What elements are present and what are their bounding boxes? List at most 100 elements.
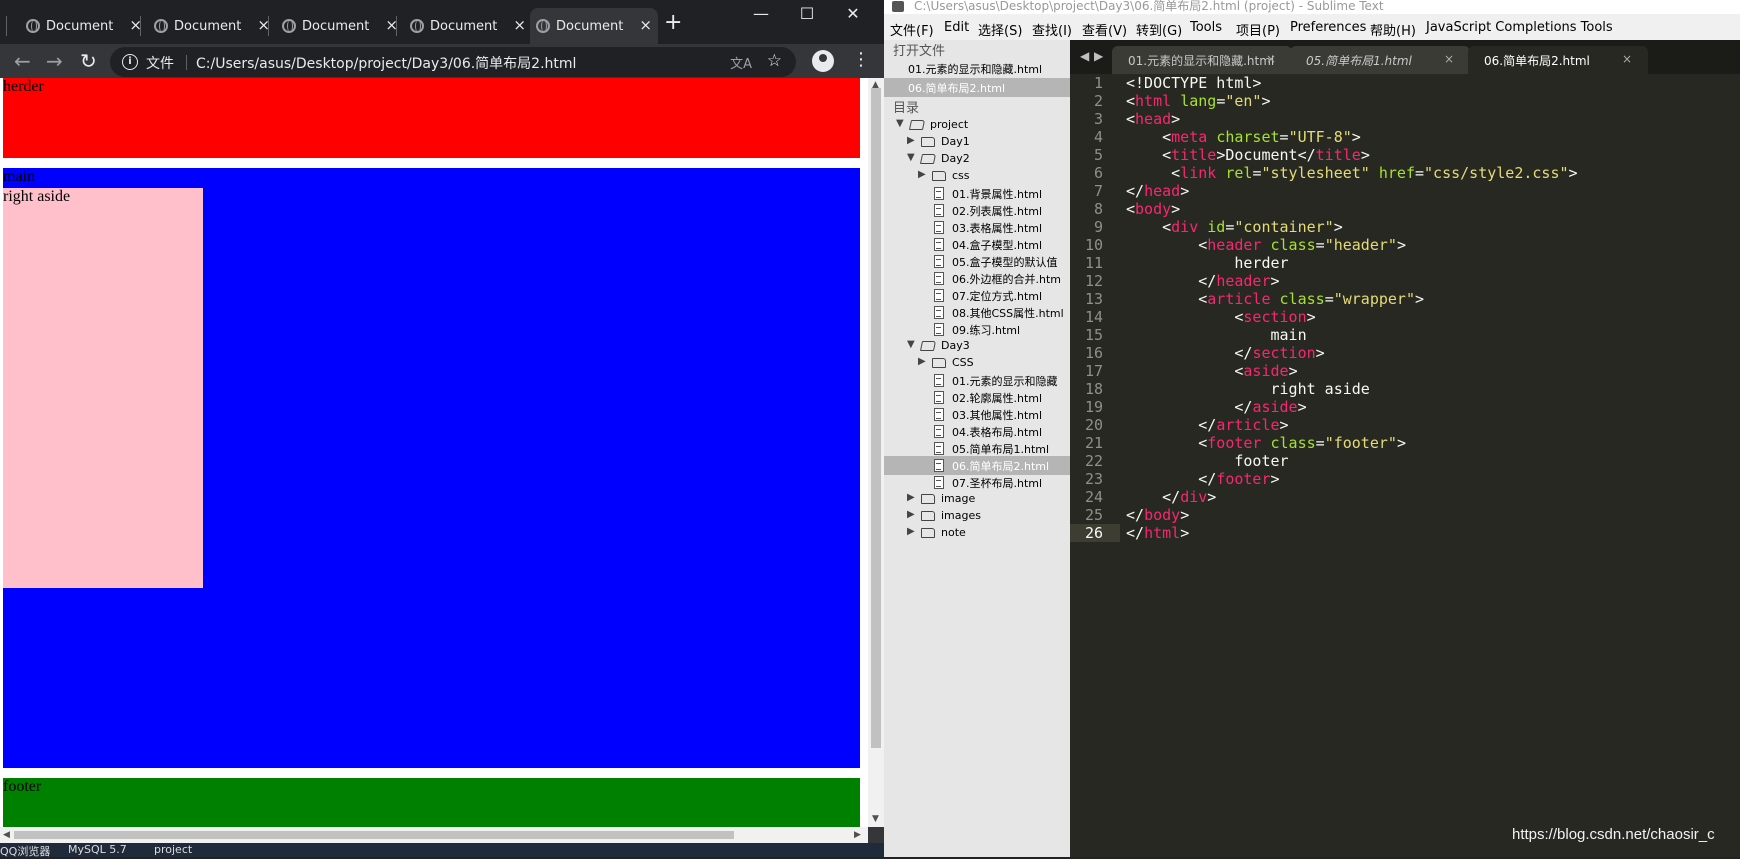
close-icon[interactable]: × xyxy=(513,16,526,34)
tree-label: 02.轮廓属性.html xyxy=(952,392,1043,405)
code-token: body xyxy=(1135,200,1172,218)
translate-icon[interactable]: 文A xyxy=(730,53,752,72)
code-token: > xyxy=(1180,524,1190,542)
close-icon[interactable]: × xyxy=(639,16,652,34)
horizontal-scrollbar[interactable]: ◀ ▶ xyxy=(0,827,868,843)
menu-project[interactable]: 项目(P) xyxy=(1236,20,1280,39)
disclosure-closed-icon[interactable]: ▶ xyxy=(907,526,915,537)
browser-tab-5-active[interactable]: Document × xyxy=(530,8,658,44)
minimize-button[interactable]: — xyxy=(738,4,784,23)
watermark: https://blog.csdn.net/chaosir_c xyxy=(1512,826,1715,843)
bookmark-star-icon[interactable]: ☆ xyxy=(767,51,782,71)
scroll-left-icon[interactable]: ◀ xyxy=(3,830,10,840)
reload-icon[interactable]: ↻ xyxy=(80,49,97,73)
back-arrow-icon[interactable]: ← xyxy=(14,49,31,73)
scroll-down-icon[interactable]: ▼ xyxy=(872,814,879,824)
menu-view[interactable]: 查看(V) xyxy=(1082,20,1127,39)
address-bar[interactable]: i 文件 C:/Users/asus/Desktop/project/Day3/… xyxy=(110,47,796,77)
browser-tab-2[interactable]: Document × xyxy=(148,8,276,44)
line-number: 9 xyxy=(1093,218,1103,236)
tab-next-icon[interactable]: ▶ xyxy=(1094,49,1103,63)
line-number: 14 xyxy=(1084,308,1103,326)
address-url[interactable]: C:/Users/asus/Desktop/project/Day3/06.简单… xyxy=(196,53,576,73)
code-line: <article class="wrapper"> xyxy=(1126,290,1424,308)
code-token: link xyxy=(1180,164,1217,182)
code-token: > xyxy=(1297,398,1307,416)
code-token: meta xyxy=(1171,128,1208,146)
disclosure-open-icon[interactable]: ▼ xyxy=(907,339,915,350)
code-token: = xyxy=(1315,236,1325,254)
disclosure-closed-icon[interactable]: ▶ xyxy=(918,169,926,180)
address-divider xyxy=(186,55,187,70)
disclosure-open-icon[interactable]: ▼ xyxy=(896,118,904,129)
code-token: > xyxy=(1180,506,1190,524)
browser-toolbar: ← → ↻ i 文件 C:/Users/asus/Desktop/project… xyxy=(0,44,884,78)
code-editor[interactable]: 1 2 3 4 5 6 7 8 9 10 11 12 13 14 15 16 17 18 19 20 21 22 23 24 2… xyxy=(1070,74,1740,857)
more-menu-icon[interactable]: ⋮ xyxy=(852,49,870,70)
menu-goto[interactable]: 转到(G) xyxy=(1136,20,1182,39)
vertical-scroll-thumb[interactable] xyxy=(871,88,881,748)
code-token: href xyxy=(1378,164,1415,182)
vertical-scrollbar[interactable]: ▲ ▼ xyxy=(868,78,884,827)
code-line: <title>Document</title> xyxy=(1126,146,1370,164)
disclosure-closed-icon[interactable]: ▶ xyxy=(918,356,926,367)
scroll-right-icon[interactable]: ▶ xyxy=(854,830,861,840)
tab-separator xyxy=(6,16,7,36)
taskbar-item[interactable]: MySQL 5.7 xyxy=(68,843,127,856)
code-token: < xyxy=(1126,236,1208,254)
new-tab-button[interactable]: + xyxy=(664,10,682,35)
code-token: > xyxy=(1396,236,1406,254)
file-icon xyxy=(934,238,944,251)
editor-tab-3-active[interactable]: 06.简单布局2.html × xyxy=(1468,46,1648,74)
profile-icon[interactable] xyxy=(812,50,834,72)
code-token: > xyxy=(1279,416,1289,434)
menu-file[interactable]: 文件(F) xyxy=(890,20,934,39)
editor-tab-1[interactable]: 01.元素的显示和隐藏.html × xyxy=(1112,46,1292,74)
code-line: </div> xyxy=(1126,488,1216,506)
menu-edit[interactable]: Edit xyxy=(944,20,969,35)
tree-label: 08.其他CSS属性.html xyxy=(952,307,1064,320)
menu-find[interactable]: 查找(I) xyxy=(1032,20,1072,39)
code-line: <head> xyxy=(1126,110,1180,128)
code-token: "container" xyxy=(1234,218,1334,236)
editor-tab-2[interactable]: 05.简单布局1.html × xyxy=(1290,46,1470,74)
code-token: charset xyxy=(1216,128,1280,146)
line-number: 26 xyxy=(1084,524,1103,542)
close-icon[interactable]: × xyxy=(1444,52,1454,66)
close-icon[interactable]: × xyxy=(1622,52,1632,66)
horizontal-scroll-thumb[interactable] xyxy=(14,831,734,839)
disclosure-open-icon[interactable]: ▼ xyxy=(907,152,915,163)
editor-tabbar: ◀ ▶ 01.元素的显示和隐藏.html × 05.简单布局1.html × 0… xyxy=(1070,40,1740,74)
window-title: C:\Users\asus\Desktop\project\Day3\06.简单… xyxy=(914,0,1384,13)
open-file-item-active[interactable]: 06.简单布局2.html xyxy=(884,78,1070,97)
open-file-item[interactable]: 01.元素的显示和隐藏.html xyxy=(884,59,1070,78)
code-token: < xyxy=(1126,362,1244,380)
tab-title: Document xyxy=(302,18,370,34)
forward-arrow-icon[interactable]: → xyxy=(46,49,63,73)
browser-tab-4[interactable]: Document × xyxy=(404,8,532,44)
browser-tab-1[interactable]: Document × xyxy=(20,8,148,44)
code-token: > xyxy=(1180,182,1190,200)
disclosure-closed-icon[interactable]: ▶ xyxy=(907,135,915,146)
tab-prev-icon[interactable]: ◀ xyxy=(1080,49,1089,63)
menu-tools[interactable]: Tools xyxy=(1190,20,1222,35)
disclosure-closed-icon[interactable]: ▶ xyxy=(907,492,915,503)
tab-title: Document xyxy=(46,18,114,34)
menu-js-completions[interactable]: JavaScript Completions Tools xyxy=(1426,20,1613,35)
menu-selection[interactable]: 选择(S) xyxy=(978,20,1022,39)
folder-icon xyxy=(932,358,946,368)
close-window-button[interactable]: ✕ xyxy=(830,4,876,23)
code-token: > xyxy=(1396,434,1406,452)
menu-help[interactable]: 帮助(H) xyxy=(1370,20,1416,39)
code-token: class xyxy=(1279,290,1325,308)
tree-folder[interactable]: ▶ note xyxy=(884,524,1070,543)
tree-label: 09.练习.html xyxy=(952,324,1021,337)
maximize-button[interactable]: ☐ xyxy=(784,4,830,23)
globe-icon xyxy=(536,19,550,33)
disclosure-closed-icon[interactable]: ▶ xyxy=(907,509,915,520)
close-icon[interactable]: × xyxy=(1266,52,1276,66)
info-icon[interactable]: i xyxy=(122,54,138,70)
menu-preferences[interactable]: Preferences xyxy=(1290,20,1366,35)
taskbar-item[interactable]: project xyxy=(154,843,192,856)
browser-tab-3[interactable]: Document × xyxy=(276,8,404,44)
